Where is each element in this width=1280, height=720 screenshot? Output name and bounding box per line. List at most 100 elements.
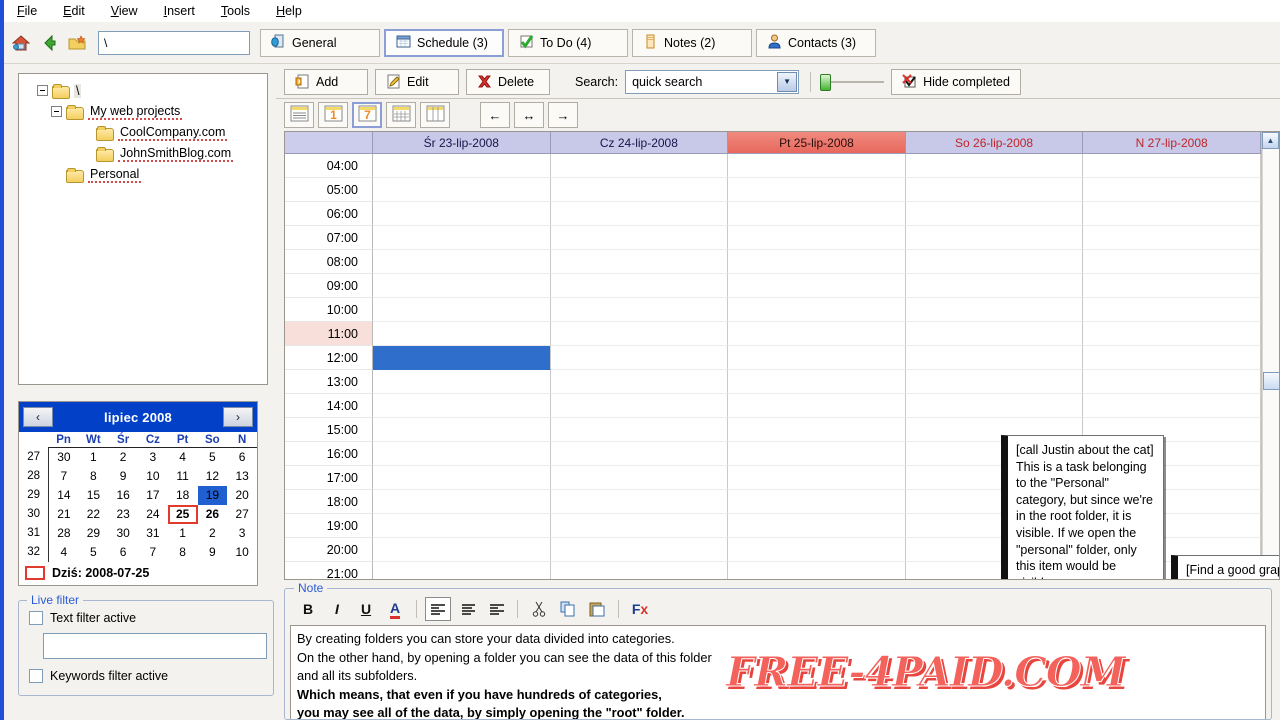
- schedule-slot[interactable]: [373, 322, 551, 346]
- list-view-button[interactable]: [284, 102, 314, 128]
- week-view-button[interactable]: 7: [352, 102, 382, 128]
- calendar-day-cell[interactable]: 20: [227, 486, 257, 505]
- calendar-prev-button[interactable]: ‹: [23, 407, 53, 427]
- schedule-slot[interactable]: [728, 442, 906, 466]
- schedule-slot[interactable]: [728, 418, 906, 442]
- tree-node[interactable]: CoolCompany.com: [23, 122, 263, 143]
- schedule-slot[interactable]: [373, 274, 551, 298]
- chevron-down-icon[interactable]: ▼: [777, 71, 798, 92]
- calendar-day-cell[interactable]: 2: [198, 524, 228, 543]
- schedule-slot[interactable]: [905, 322, 1084, 346]
- calendar-day-cell[interactable]: 11: [168, 467, 198, 486]
- calendar-day-cell[interactable]: 3: [138, 448, 168, 467]
- calendar-day-cell[interactable]: 28: [49, 524, 79, 543]
- calendar-day-cell[interactable]: 3: [227, 524, 257, 543]
- calendar-day-cell[interactable]: 25: [167, 504, 198, 524]
- schedule-slot[interactable]: [728, 298, 906, 322]
- folder-tree[interactable]: \ My web projects CoolCompany.com JohnSmith…: [18, 73, 268, 385]
- schedule-slot[interactable]: [1083, 250, 1261, 274]
- schedule-slot[interactable]: [1083, 298, 1261, 322]
- schedule-slot[interactable]: [905, 250, 1084, 274]
- tab-contacts[interactable]: Contacts (3): [756, 28, 876, 57]
- calendar-day-cell[interactable]: 14: [49, 486, 79, 505]
- schedule-slot[interactable]: [905, 178, 1084, 202]
- menu-item-help[interactable]: Help: [273, 2, 305, 20]
- nav-today-button[interactable]: ↔: [514, 102, 544, 128]
- schedule-slot[interactable]: [550, 178, 729, 202]
- tab-general[interactable]: General: [260, 28, 380, 57]
- calendar-day-cell[interactable]: 1: [79, 448, 109, 467]
- calendar-grid[interactable]: Pn Wt Śr Cz Pt So N 27 30 1 2 3 4 5 6 28 7 8 9 10 11 12 13 29 1…: [19, 432, 257, 562]
- schedule-slot[interactable]: [728, 274, 906, 298]
- menu-item-edit[interactable]: Edit: [60, 2, 88, 20]
- tab-notes[interactable]: Notes (2): [632, 28, 752, 57]
- day-column-header[interactable]: Pt 25-lip-2008: [728, 132, 906, 154]
- tree-node[interactable]: Personal: [23, 164, 263, 185]
- align-center-icon[interactable]: [454, 597, 480, 621]
- zoom-slider[interactable]: [810, 70, 885, 94]
- calendar-day-cell[interactable]: 22: [79, 505, 109, 524]
- schedule-slot[interactable]: [905, 346, 1084, 370]
- schedule-slot[interactable]: [728, 250, 906, 274]
- menu-item-insert[interactable]: Insert: [161, 2, 198, 20]
- schedule-slot[interactable]: [1083, 226, 1261, 250]
- schedule-slot[interactable]: [373, 154, 551, 178]
- day-column-header[interactable]: N 27-lip-2008: [1083, 132, 1261, 154]
- slider-thumb[interactable]: [820, 73, 832, 91]
- schedule-slot[interactable]: [1083, 394, 1261, 418]
- schedule-slot[interactable]: [373, 202, 551, 226]
- schedule-slot[interactable]: [550, 466, 729, 490]
- calendar-day-cell[interactable]: 9: [198, 543, 228, 562]
- schedule-slot[interactable]: [550, 202, 729, 226]
- tree-node[interactable]: JohnSmithBlog.com: [23, 143, 263, 164]
- collapse-icon[interactable]: [37, 85, 48, 96]
- calendar-next-button[interactable]: ›: [223, 407, 253, 427]
- calendar-day-cell[interactable]: 12: [198, 467, 228, 486]
- text-filter-input[interactable]: [43, 632, 267, 659]
- schedule-slot[interactable]: [905, 370, 1084, 394]
- schedule-slot[interactable]: [550, 322, 729, 346]
- calendar-day-cell[interactable]: 2: [108, 448, 138, 467]
- schedule-slot[interactable]: [728, 154, 906, 178]
- schedule-slot[interactable]: [728, 466, 906, 490]
- menu-item-tools[interactable]: Tools: [218, 2, 253, 20]
- calendar-day-cell[interactable]: 31: [138, 524, 168, 543]
- day-column-header[interactable]: So 26-lip-2008: [905, 132, 1084, 154]
- keywords-filter-row[interactable]: Keywords filter active: [29, 668, 263, 683]
- delete-button[interactable]: Delete: [466, 68, 550, 95]
- paste-icon[interactable]: [584, 597, 610, 621]
- schedule-slot[interactable]: [550, 370, 729, 394]
- schedule-slot[interactable]: [373, 178, 551, 202]
- calendar-day-cell[interactable]: 17: [138, 486, 168, 505]
- schedule-slot[interactable]: [1083, 322, 1261, 346]
- text-filter-checkbox[interactable]: [29, 610, 43, 625]
- keywords-filter-checkbox[interactable]: [29, 668, 43, 683]
- calendar-day-cell[interactable]: 7: [138, 543, 168, 562]
- slider-track[interactable]: [830, 80, 885, 83]
- schedule-slot[interactable]: [728, 202, 906, 226]
- schedule-slot[interactable]: [1083, 346, 1261, 370]
- italic-icon[interactable]: I: [324, 597, 350, 621]
- calendar-day-cell[interactable]: 15: [79, 486, 109, 505]
- schedule-slot[interactable]: [373, 346, 551, 370]
- cut-icon[interactable]: [526, 597, 552, 621]
- schedule-slot[interactable]: [550, 538, 729, 562]
- calendar-day-cell[interactable]: 8: [79, 467, 109, 486]
- schedule-slot[interactable]: [373, 250, 551, 274]
- calendar-day-cell[interactable]: 27: [227, 505, 257, 524]
- schedule-slot[interactable]: [905, 154, 1084, 178]
- back-arrow-icon[interactable]: [38, 32, 60, 54]
- schedule-slot[interactable]: [550, 250, 729, 274]
- calendar-day-cell[interactable]: 18: [168, 486, 198, 505]
- schedule-slot[interactable]: [373, 418, 551, 442]
- schedule-slot[interactable]: [373, 298, 551, 322]
- calendar-day-cell[interactable]: 30: [108, 524, 138, 543]
- nav-next-button[interactable]: →: [548, 102, 578, 128]
- tab-schedule[interactable]: Schedule (3): [384, 28, 504, 57]
- font-color-icon[interactable]: A: [382, 597, 408, 621]
- calendar-day-cell[interactable]: 5: [79, 543, 109, 562]
- schedule-slot[interactable]: [1083, 202, 1261, 226]
- hide-completed-button[interactable]: Hide completed: [891, 68, 1021, 95]
- schedule-slot[interactable]: [1083, 274, 1261, 298]
- schedule-slot[interactable]: [728, 322, 906, 346]
